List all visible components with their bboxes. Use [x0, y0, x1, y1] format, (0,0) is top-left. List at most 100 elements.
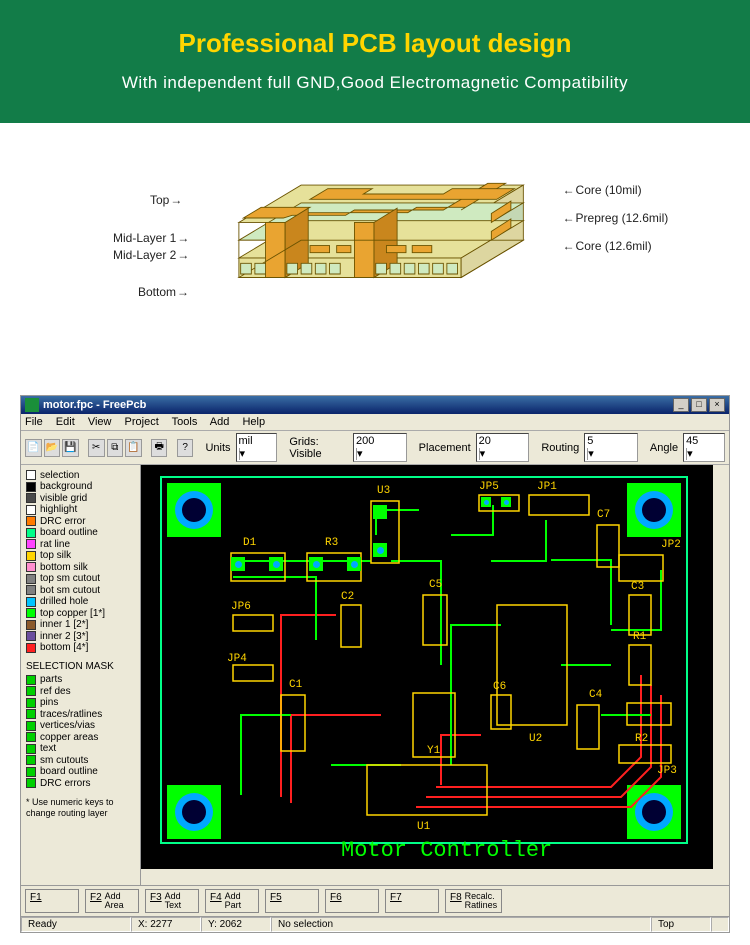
menu-add[interactable]: Add [210, 416, 230, 428]
mask-label: traces/ratlines [40, 709, 102, 720]
mask-item[interactable]: DRC errors [26, 778, 135, 789]
scrollbar-vertical[interactable] [713, 465, 729, 869]
mask-item[interactable]: copper areas [26, 732, 135, 743]
fn-f4[interactable]: F4AddPart [205, 889, 259, 913]
mask-item[interactable]: ref des [26, 686, 135, 697]
fn-f7[interactable]: F7 [385, 889, 439, 913]
maximize-button[interactable]: □ [691, 398, 707, 412]
minimize-button[interactable]: _ [673, 398, 689, 412]
layer-label: bottom silk [40, 562, 88, 573]
hero-banner: Professional PCB layout design With inde… [0, 0, 750, 123]
menu-project[interactable]: Project [125, 416, 159, 428]
fn-f3[interactable]: F3AddText [145, 889, 199, 913]
toolbtn-paste[interactable]: 📋 [125, 439, 142, 457]
layer-item[interactable]: visible grid [26, 493, 135, 504]
toolbtn-open[interactable]: 📂 [44, 439, 61, 457]
layer-swatch [26, 608, 36, 618]
units-field[interactable] [239, 435, 272, 447]
hero-title: Professional PCB layout design [10, 28, 740, 59]
mask-item[interactable]: traces/ratlines [26, 709, 135, 720]
layer-item[interactable]: background [26, 481, 135, 492]
angle-dropdown-icon[interactable]: ▾ [686, 448, 693, 460]
menubar: File Edit View Project Tools Add Help [21, 414, 729, 431]
layer-item[interactable]: inner 1 [2*] [26, 619, 135, 630]
titlebar[interactable]: motor.fpc - FreePcb _ □ × [21, 396, 729, 414]
layer-swatch [26, 574, 36, 584]
pcb-canvas[interactable]: H2 H3 H1 H4 D1 R3 U3 C2 C5 C1 JP6 JP4 [141, 465, 729, 885]
layer-item[interactable]: highlight [26, 504, 135, 515]
menu-view[interactable]: View [88, 416, 112, 428]
layers-panel: selectionbackgroundvisible gridhighlight… [21, 465, 141, 885]
placement-label: Placement [419, 442, 471, 454]
routing-layer-note: * Use numeric keys to change routing lay… [26, 797, 135, 819]
grids-label: Grids: Visible [289, 436, 348, 460]
layer-swatch [26, 470, 36, 480]
freepcb-window: motor.fpc - FreePcb _ □ × File Edit View… [20, 395, 730, 933]
fn-f1[interactable]: F1 [25, 889, 79, 913]
layer-item[interactable]: inner 2 [3*] [26, 631, 135, 642]
status-y: Y: 2062 [201, 917, 271, 932]
toolbtn-help[interactable]: ? [177, 439, 194, 457]
mask-item[interactable]: text [26, 743, 135, 754]
layer-label: bot sm cutout [40, 585, 100, 596]
routing-dropdown-icon[interactable]: ▾ [587, 448, 594, 460]
layer-item[interactable]: board outline [26, 527, 135, 538]
close-button[interactable]: × [709, 398, 725, 412]
layer-swatch [26, 585, 36, 595]
mask-swatch [26, 675, 36, 685]
menu-edit[interactable]: Edit [56, 416, 75, 428]
mask-item[interactable]: parts [26, 674, 135, 685]
toolbtn-print[interactable]: 🖶 [151, 439, 168, 457]
mask-item[interactable]: pins [26, 697, 135, 708]
layer-label: bottom [4*] [40, 642, 88, 653]
toolbtn-cut[interactable]: ✂ [88, 439, 105, 457]
layer-item[interactable]: bottom silk [26, 562, 135, 573]
layer-item[interactable]: bottom [4*] [26, 642, 135, 653]
toolbtn-copy[interactable]: ⧉ [107, 439, 124, 457]
angle-field[interactable] [686, 435, 719, 447]
mask-item[interactable]: sm cutouts [26, 755, 135, 766]
fn-f8[interactable]: F8Recalc.Ratlines [445, 889, 502, 913]
layer-swatch [26, 631, 36, 641]
placement-field[interactable] [479, 435, 525, 447]
fn-f6[interactable]: F6 [325, 889, 379, 913]
menu-file[interactable]: File [25, 416, 43, 428]
layer-swatch [26, 539, 36, 549]
layer-swatch [26, 562, 36, 572]
mask-swatch [26, 778, 36, 788]
menu-tools[interactable]: Tools [172, 416, 198, 428]
mask-swatch [26, 709, 36, 719]
fn-f5[interactable]: F5 [265, 889, 319, 913]
mask-label: ref des [40, 686, 71, 697]
mask-label: copper areas [40, 732, 98, 743]
fn-f2[interactable]: F2AddArea [85, 889, 139, 913]
mask-label: board outline [40, 766, 98, 777]
layer-label: selection [40, 470, 79, 481]
mask-label: sm cutouts [40, 755, 88, 766]
mask-label: parts [40, 674, 62, 685]
units-dropdown-icon[interactable]: ▾ [239, 448, 246, 460]
layer-item[interactable]: drilled hole [26, 596, 135, 607]
layer-item[interactable]: selection [26, 470, 135, 481]
function-key-bar: F1F2AddAreaF3AddTextF4AddPartF5F6F7F8Rec… [21, 885, 729, 916]
layer-item[interactable]: DRC error [26, 516, 135, 527]
layer-item[interactable]: bot sm cutout [26, 585, 135, 596]
mask-swatch [26, 686, 36, 696]
layer-item[interactable]: rat line [26, 539, 135, 550]
grids-field[interactable] [356, 435, 402, 447]
layer-item[interactable]: top copper [1*] [26, 608, 135, 619]
layer-item[interactable]: top silk [26, 550, 135, 561]
layer-item[interactable]: top sm cutout [26, 573, 135, 584]
mask-item[interactable]: vertices/vias [26, 720, 135, 731]
mask-item[interactable]: board outline [26, 766, 135, 777]
status-ready: Ready [21, 917, 131, 932]
menu-help[interactable]: Help [242, 416, 265, 428]
grids-dropdown-icon[interactable]: ▾ [356, 448, 363, 460]
toolbtn-new[interactable]: 📄 [25, 439, 42, 457]
mask-label: pins [40, 697, 58, 708]
toolbtn-save[interactable]: 💾 [62, 439, 79, 457]
statusbar: Ready X: 2277 Y: 2062 No selection Top [21, 916, 729, 932]
placement-dropdown-icon[interactable]: ▾ [479, 448, 486, 460]
routing-field[interactable] [587, 435, 633, 447]
scrollbar-horizontal[interactable] [141, 869, 713, 885]
